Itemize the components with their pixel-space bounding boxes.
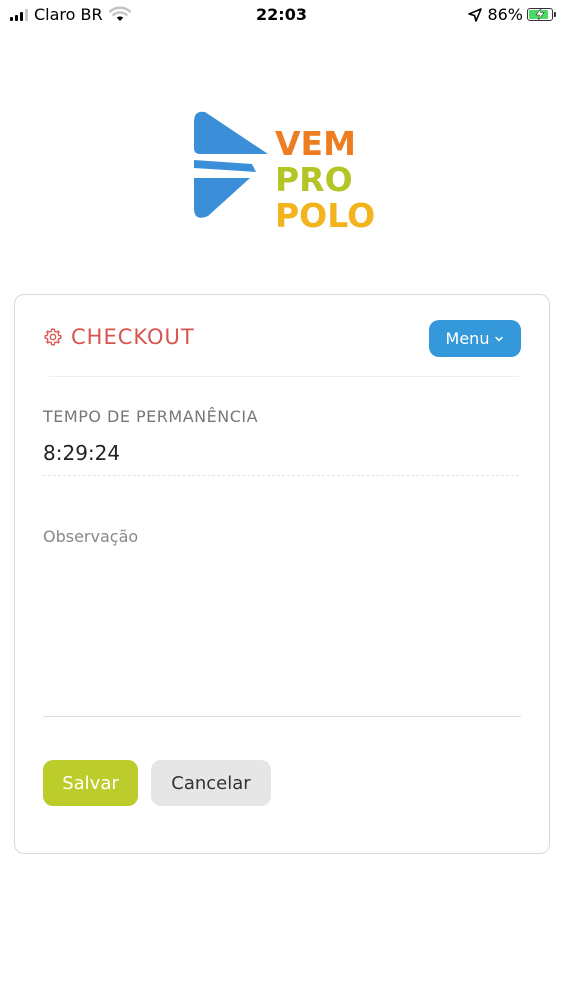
tempo-divider xyxy=(43,475,519,476)
observacao-label: Observação xyxy=(43,527,139,546)
save-button[interactable]: Salvar xyxy=(43,760,138,806)
logo-word-polo: POLO xyxy=(275,196,376,235)
checkout-card: CHECKOUT Menu TEMPO DE PERMANÊNCIA 8:29:… xyxy=(14,294,550,854)
gear-icon xyxy=(44,328,62,346)
battery-icon xyxy=(527,8,556,21)
status-right: 86% xyxy=(468,5,556,24)
status-bar: Claro BR 22:03 86% xyxy=(0,0,563,30)
location-arrow-icon xyxy=(468,7,483,22)
chevron-down-icon xyxy=(495,336,504,341)
observacao-textarea[interactable] xyxy=(43,557,521,717)
menu-button-label: Menu xyxy=(445,329,490,348)
menu-button[interactable]: Menu xyxy=(429,320,521,357)
tempo-value: 8:29:24 xyxy=(43,441,121,465)
tempo-label: TEMPO DE PERMANÊNCIA xyxy=(43,407,259,426)
battery-nub xyxy=(554,12,556,17)
checkout-title: CHECKOUT xyxy=(71,325,195,349)
vem-pro-polo-logo: VEM PRO POLO xyxy=(190,108,375,236)
logo-word-vem: VEM xyxy=(275,124,356,163)
cancel-button[interactable]: Cancelar xyxy=(151,760,271,806)
charging-bolt-icon xyxy=(535,8,545,20)
logo-mark-icon xyxy=(194,111,268,218)
logo-wordmark: VEM PRO POLO xyxy=(275,126,375,234)
battery-percent: 86% xyxy=(487,5,523,24)
header-divider xyxy=(49,376,519,377)
logo-word-pro: PRO xyxy=(275,160,353,199)
card-title: CHECKOUT xyxy=(43,325,195,349)
